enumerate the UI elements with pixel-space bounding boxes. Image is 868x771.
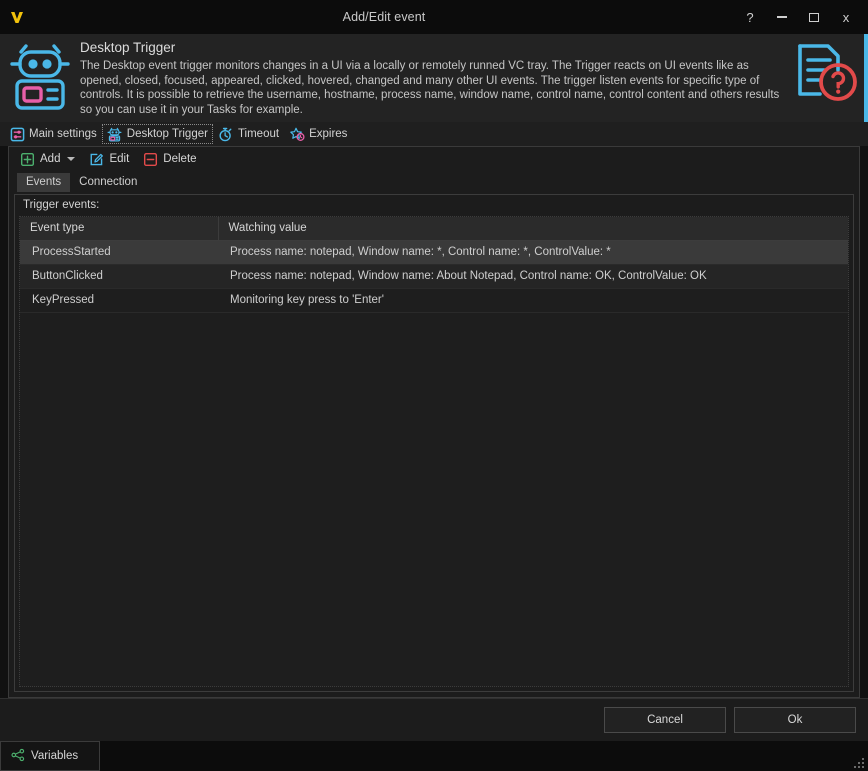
stopwatch-icon — [218, 126, 234, 142]
edit-button-label: Edit — [109, 153, 129, 165]
chevron-down-icon[interactable] — [67, 157, 75, 161]
add-button[interactable]: Add — [14, 149, 80, 169]
window-title: Add/Edit event — [34, 10, 734, 24]
tab-desktop-trigger[interactable]: Desktop Trigger — [102, 124, 213, 144]
sliders-icon — [9, 126, 25, 142]
tab-label: Desktop Trigger — [127, 128, 208, 140]
trigger-events-table: Event type Watching value ProcessStarted… — [20, 217, 848, 313]
maximize-button[interactable] — [798, 2, 830, 32]
banner-text-block: Desktop Trigger The Desktop event trigge… — [74, 34, 790, 117]
tab-label: Expires — [309, 128, 347, 140]
status-bar: Variables — [0, 741, 868, 771]
column-header-watching-value[interactable]: Watching value — [218, 217, 848, 240]
document-question-icon[interactable] — [790, 34, 868, 111]
robot-icon — [107, 126, 123, 142]
tab-main-settings[interactable]: Main settings — [4, 124, 102, 144]
trigger-events-table-wrap[interactable]: Event type Watching value ProcessStarted… — [19, 216, 849, 687]
star-clock-icon — [289, 126, 305, 142]
banner-title: Desktop Trigger — [80, 40, 784, 55]
tab-expires[interactable]: Expires — [284, 124, 352, 144]
tab-label: Main settings — [29, 128, 97, 140]
add-button-label: Add — [40, 153, 60, 165]
window-controls: ? x — [734, 0, 868, 34]
close-button[interactable]: x — [830, 2, 862, 32]
sub-tab-bar: Events Connection — [9, 171, 859, 192]
table-row[interactable]: KeyPressed Monitoring key press to 'Ente… — [20, 288, 848, 312]
tab-timeout[interactable]: Timeout — [213, 124, 284, 144]
table-row[interactable]: ProcessStarted Process name: notepad, Wi… — [20, 240, 848, 264]
pencil-box-icon — [88, 151, 104, 167]
banner-accent-strip — [864, 34, 868, 122]
dialog-footer: Cancel Ok — [0, 698, 868, 741]
cancel-button[interactable]: Cancel — [604, 707, 726, 733]
table-header-row: Event type Watching value — [20, 217, 848, 240]
info-banner: Desktop Trigger The Desktop event trigge… — [0, 34, 868, 122]
tab-label: Timeout — [238, 128, 279, 140]
minimize-button[interactable] — [766, 2, 798, 32]
robot-icon — [0, 34, 74, 119]
trigger-events-label: Trigger events: — [15, 195, 853, 214]
banner-description: The Desktop event trigger monitors chang… — [80, 59, 780, 117]
cell-event-type: ProcessStarted — [20, 240, 218, 264]
delete-button[interactable]: Delete — [137, 149, 201, 169]
help-button[interactable]: ? — [734, 2, 766, 32]
cell-event-type: ButtonClicked — [20, 264, 218, 288]
share-nodes-icon — [11, 748, 25, 765]
column-header-event-type[interactable]: Event type — [20, 217, 218, 240]
cell-event-type: KeyPressed — [20, 288, 218, 312]
events-subpanel: Trigger events: Event type Watching valu… — [14, 194, 854, 692]
cell-watching-value: Process name: notepad, Window name: Abou… — [218, 264, 848, 288]
minus-box-icon — [142, 151, 158, 167]
add-edit-event-window: Add/Edit event ? x — [0, 0, 868, 771]
desktop-trigger-panel: Add Edit Dele — [8, 146, 860, 698]
variables-button[interactable]: Variables — [0, 741, 100, 771]
ok-button[interactable]: Ok — [734, 707, 856, 733]
sub-tab-connection[interactable]: Connection — [70, 173, 146, 192]
variables-button-label: Variables — [31, 750, 78, 762]
edit-button[interactable]: Edit — [83, 149, 134, 169]
delete-button-label: Delete — [163, 153, 196, 165]
table-row[interactable]: ButtonClicked Process name: notepad, Win… — [20, 264, 848, 288]
sub-tab-events[interactable]: Events — [17, 173, 70, 192]
cell-watching-value: Monitoring key press to 'Enter' — [218, 288, 848, 312]
events-toolbar: Add Edit Dele — [9, 147, 859, 171]
cell-watching-value: Process name: notepad, Window name: *, C… — [218, 240, 848, 264]
title-bar: Add/Edit event ? x — [0, 0, 868, 34]
plus-box-icon — [19, 151, 35, 167]
main-tab-bar: Main settings Desktop Trigger — [0, 122, 868, 146]
resize-grip-icon[interactable] — [852, 756, 866, 770]
vc-logo-icon — [0, 0, 34, 34]
